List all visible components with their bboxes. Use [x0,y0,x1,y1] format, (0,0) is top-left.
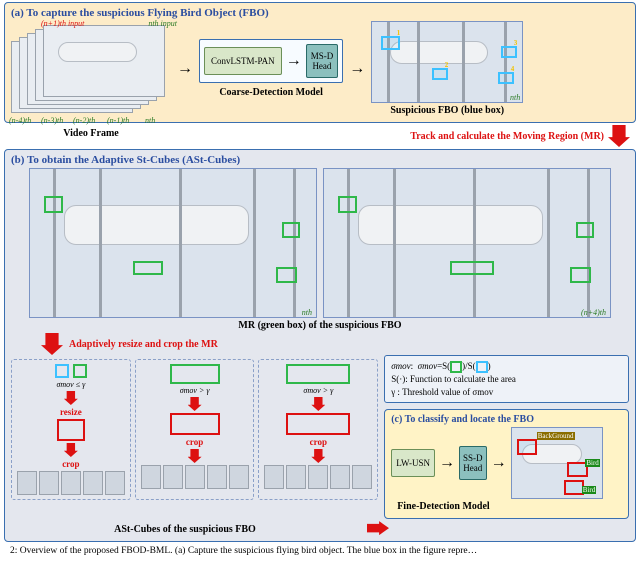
arrow-right-icon: → [439,454,455,472]
nth-input-label: nth input [148,19,177,28]
mr-caption: MR (green box) of the suspicious FBO [11,320,629,331]
bbox-number: 3 [514,39,518,47]
figure-caption: 2: Overview of the proposed FBOD-BML. (a… [10,546,630,556]
nth-label: nth [510,93,520,102]
classify-output-image: BackGround Bird Bird [511,427,603,499]
class-tag-bg: BackGround [537,432,575,440]
legend-s-def: S(·): Function to calculate the area [391,373,622,386]
ast-cubes-columns: σmov ≤ γ resize crop σmov > γ crop [11,359,378,500]
green-box-icon [450,361,462,373]
mr-image-left: nth [29,168,317,318]
arrow-down-icon [188,449,202,463]
panel-b-title: (b) To obtain the Adaptive St-Cubes (ASt… [11,154,629,166]
legend-sigma-def: σmov: σmov=S()/S() [391,360,622,373]
arrow-down-icon [64,391,78,405]
panel-a: (a) To capture the suspicious Flying Bir… [4,2,636,123]
lwusn-box: LW-USN [391,449,435,477]
sigma-label: σmov [418,361,437,371]
suspicious-fbo-label: Suspicious FBO (blue box) [390,105,504,116]
class-tag-bird: Bird [582,486,596,494]
video-frame-label: Video Frame [11,128,171,139]
panel-c-title: (c) To classify and locate the FBO [391,414,622,425]
frame-index: (n-3)th [41,116,63,125]
bbox-number: 2 [445,61,449,69]
fine-model-label: Fine-Detection Model [397,501,622,512]
ast-cubes-footer: ASt-Cubes of the suspicious FBO [11,521,629,535]
mr-image-pair: nth (n+4)th [11,168,629,318]
class-tag-bird: Bird [585,459,599,467]
ast-cube-set [264,465,372,489]
ssd-head-box: SS-D Head [459,446,487,480]
arrow-down-icon [311,397,325,411]
red-rect-icon [286,413,350,435]
crop-label: crop [62,459,79,469]
green-box-icon [73,364,87,378]
arrow-down-icon [188,397,202,411]
track-mr-text: Track and calculate the Moving Region (M… [410,131,604,142]
green-rect-icon [286,364,350,384]
red-rect-icon [170,413,220,435]
ast-cube-set [141,465,249,489]
sigma-condition: σmov > γ [303,386,333,395]
legend-gamma-def: γ : Threshold value of σmov [391,386,622,399]
sigma-label: σmov [391,361,410,371]
arrow-right-icon: → [491,454,507,472]
panel-a-title: (a) To capture the suspicious Flying Bir… [11,7,629,19]
green-rect-icon [170,364,220,384]
coarse-model-group: ConvLSTM-PAN → MS-D Head Coarse-Detectio… [199,39,343,98]
crop-label: crop [186,437,203,447]
frame [43,25,165,97]
arrow-right-icon: → [286,52,302,70]
input-overlay-label: (n+1)th input [41,19,84,28]
panel-b-lower: σmov ≤ γ resize crop σmov > γ crop [11,355,629,519]
resize-crop-text: Adaptively resize and crop the MR [69,339,218,350]
mr-image-right: (n+4)th [323,168,611,318]
legend-and-c: σmov: σmov=S()/S() S(·): Function to cal… [384,355,629,519]
crop-label: crop [310,437,327,447]
resize-crop-annotation: Adaptively resize and crop the MR [41,333,629,355]
ast-col-2: σmov > γ crop [135,359,255,500]
bbox-number: 4 [511,65,515,73]
arrow-down-icon [64,443,78,457]
frame-index: nth [145,116,155,125]
panel-c: (c) To classify and locate the FBO LW-US… [384,409,629,519]
mr-right-index: (n+4)th [581,308,606,317]
mr-left-index: nth [302,308,312,317]
frame-index: (n-2)th [73,116,95,125]
video-frame-stack: (n+1)th input nth input (n-4)th (n-3)th … [11,23,171,115]
resize-label: resize [60,407,82,417]
bbox-number: 1 [397,29,401,37]
blue-box-icon [476,361,488,373]
arrow-right-icon [367,521,389,535]
suspicious-fbo-image: 1 2 3 4 nth [371,21,523,103]
arrow-right-icon: → [177,60,193,78]
suspicious-fbo-group: 1 2 3 4 nth Suspicious FBO (blue box) [371,21,523,116]
arrow-right-icon: → [349,60,365,78]
frame-index: (n-4)th [9,116,31,125]
coarse-model-label: Coarse-Detection Model [219,87,323,98]
coarse-model-box: ConvLSTM-PAN → MS-D Head [199,39,343,83]
ast-col-3: σmov > γ crop [258,359,378,500]
ast-cubes-label: ASt-Cubes of the suspicious FBO [11,524,359,535]
red-rect-icon [57,419,85,441]
sigma-condition: σmov > γ [180,386,210,395]
arrow-down-icon [311,449,325,463]
msd-head-box: MS-D Head [306,44,339,78]
arrow-down-icon [41,333,63,355]
sigma-condition: σmov ≤ γ [56,380,85,389]
fine-model-group: LW-USN → SS-D Head → BackGround Bird [391,427,622,499]
figure-container: (a) To capture the suspicious Flying Bir… [4,2,636,556]
panel-b: (b) To obtain the Adaptive St-Cubes (ASt… [4,149,636,542]
panel-a-row: (n+1)th input nth input (n-4)th (n-3)th … [11,21,629,116]
blue-box-icon [55,364,69,378]
ast-col-1: σmov ≤ γ resize crop [11,359,131,500]
frame-index: (n-1)th [107,116,129,125]
legend-box: σmov: σmov=S()/S() S(·): Function to cal… [384,355,629,403]
ast-cube-set [17,471,125,495]
arrow-down-icon [608,125,630,147]
convlstm-pan-box: ConvLSTM-PAN [204,47,282,75]
